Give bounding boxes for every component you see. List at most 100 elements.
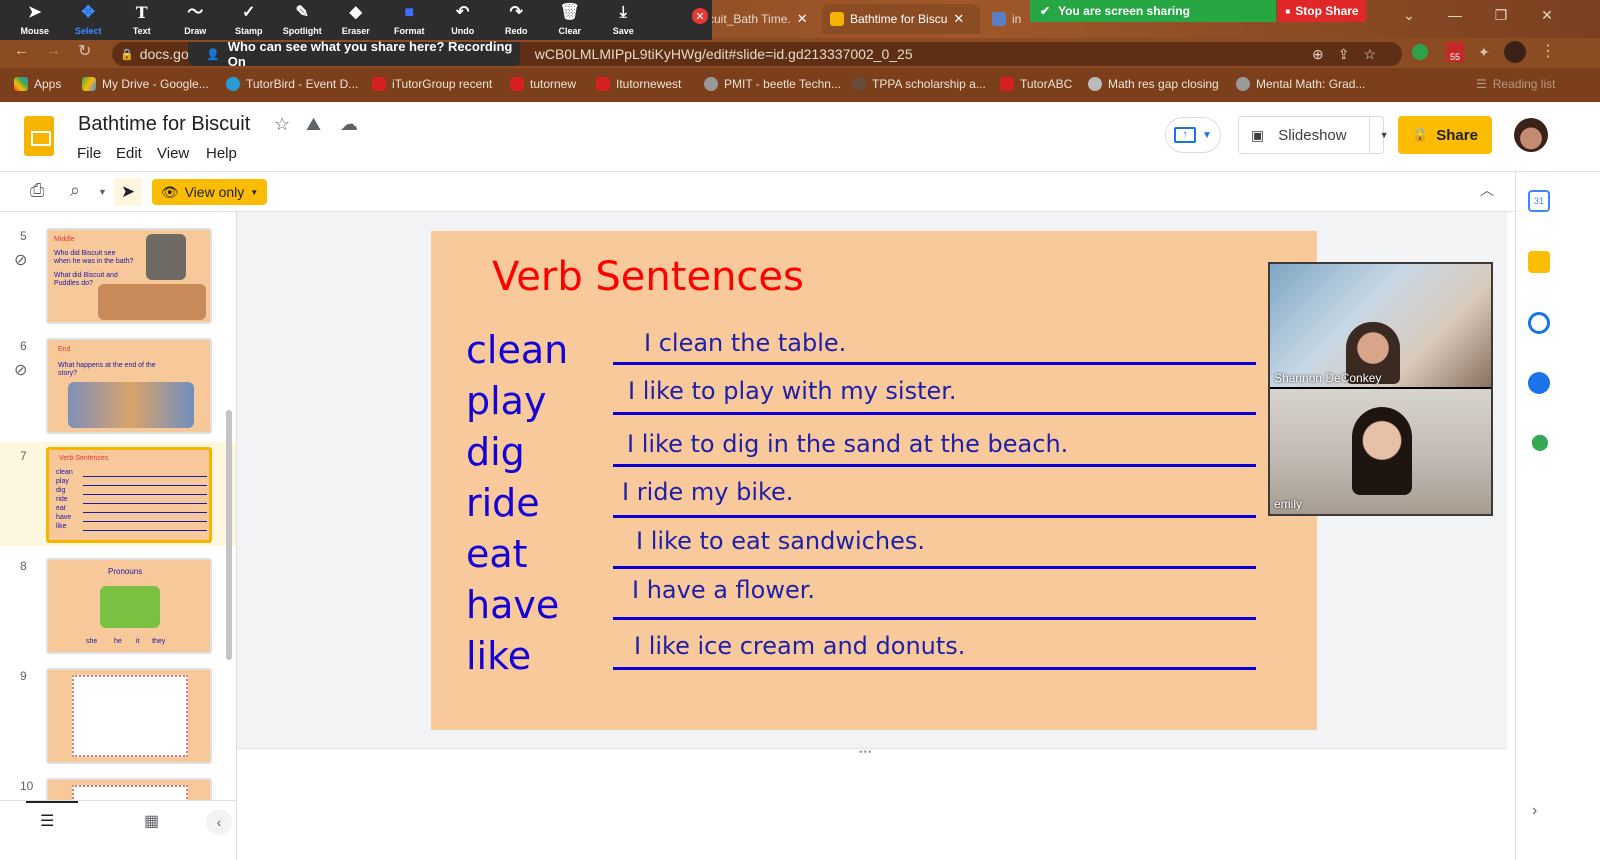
bookmark-itutorgroup[interactable]: iTutorGroup recent — [372, 72, 492, 96]
bookmark-pmit[interactable]: PMIT - beetle Techn... — [704, 72, 841, 96]
undo-tool[interactable]: ↶ Undo — [436, 0, 490, 40]
back-icon[interactable]: ← — [14, 42, 29, 59]
format-tool[interactable]: ■ Format — [383, 0, 437, 40]
keep-icon[interactable] — [1528, 251, 1550, 273]
speaker-notes-area[interactable]: ••• — [237, 747, 1507, 860]
url-actions-icon[interactable]: ⊕⇪☆ — [1312, 46, 1390, 63]
slide-thumbnail-9[interactable] — [46, 668, 212, 764]
menu-help[interactable]: Help — [206, 145, 237, 162]
lock-icon: 🔒 — [120, 48, 134, 61]
account-avatar[interactable] — [1514, 118, 1548, 152]
slide-thumbnail-6[interactable]: End What happens at the end of the story… — [46, 338, 212, 434]
redo-tool[interactable]: ↷ Redo — [490, 0, 544, 40]
calendar-icon[interactable]: 31 — [1528, 190, 1550, 212]
bookmark-tppa[interactable]: TPPA scholarship a... — [852, 72, 986, 96]
view-only-dropdown[interactable]: 👁 View only ▼ — [152, 179, 267, 205]
extension-icon[interactable] — [1412, 44, 1428, 60]
tab-other[interactable]: in — [984, 4, 1030, 34]
tab-bathtime-for-biscuit[interactable]: Bathtime for Biscu ✕ — [822, 4, 980, 34]
close-annotation-icon[interactable]: ✕ — [692, 8, 708, 24]
star-icon[interactable]: ☆ — [274, 114, 290, 135]
sentence-underline — [613, 464, 1256, 467]
slideshow-button[interactable]: ▣ Slideshow ▼ — [1238, 116, 1389, 154]
maps-icon[interactable]: ⬤ — [1531, 432, 1549, 452]
link-icon: ⊘ — [14, 252, 28, 269]
menu-file[interactable]: File — [77, 145, 101, 162]
zoom-icon[interactable]: ⌕ — [70, 180, 80, 201]
slide-thumbnail-7[interactable]: Verb Sentences clean play dig ride eat h… — [46, 447, 212, 543]
clear-tool[interactable]: 🗑 Clear — [543, 0, 597, 40]
stop-share-button[interactable]: ■ Stop Share — [1278, 0, 1366, 22]
mw-tab-icon — [992, 12, 1006, 26]
recording-notice[interactable]: 👤 Who can see what you share here? Record… — [188, 39, 520, 69]
filmstrip-scrollbar[interactable] — [226, 410, 232, 660]
bookmark-tutorbird[interactable]: TutorBird - Event D... — [226, 72, 358, 96]
slide-thumbnail-5[interactable]: Middle Who did Biscuit see when he was i… — [46, 228, 212, 324]
globe-icon — [1088, 77, 1102, 91]
minimize-icon[interactable]: — — [1432, 0, 1478, 30]
mouse-tool[interactable]: ➤ Mouse — [8, 0, 62, 40]
bookmark-tutornew[interactable]: tutornew — [510, 72, 576, 96]
bookmark-math-res[interactable]: Math res gap closing — [1088, 72, 1219, 96]
bookmark-apps[interactable]: Apps — [14, 72, 61, 96]
close-icon[interactable]: ✕ — [953, 11, 964, 27]
stamp-tool[interactable]: ✓ Stamp — [222, 0, 276, 40]
chevron-down-icon[interactable]: ▼ — [1368, 116, 1389, 154]
trash-icon: 🗑 — [559, 3, 580, 21]
list-view-icon[interactable]: ☰ — [40, 811, 54, 831]
tool-label: Format — [393, 25, 425, 36]
share-button[interactable]: 🔒 Share — [1398, 116, 1492, 154]
forward-icon[interactable]: → — [46, 42, 61, 59]
bookmark-reading-list[interactable]: ☰ Reading list — [1476, 72, 1555, 96]
print-icon[interactable]: ⎙ — [30, 180, 44, 201]
chevron-right-icon[interactable]: › — [1532, 802, 1537, 820]
bookmark-my-drive[interactable]: My Drive - Google... — [82, 72, 209, 96]
spotlight-tool[interactable]: ✎ Spotlight — [276, 0, 330, 40]
resize-handle-icon[interactable]: ••• — [859, 747, 873, 758]
document-title[interactable]: Bathtime for Biscuit — [78, 113, 250, 136]
extension-badge-icon[interactable]: 55 — [1446, 42, 1464, 62]
participant-video-2[interactable]: emily — [1270, 389, 1491, 514]
cloud-status-icon[interactable]: ☁ — [340, 114, 358, 135]
participant-video-1[interactable]: Shannon DeConkey — [1270, 264, 1491, 387]
bookmark-mental-math[interactable]: Mental Math: Grad... — [1236, 72, 1365, 96]
menu-view[interactable]: View — [157, 145, 189, 162]
thumb-line: eat — [56, 505, 66, 512]
save-tool[interactable]: ⤓ Save — [597, 0, 651, 40]
tab-bath-time[interactable]: cuit_Bath Time. ✕ — [700, 4, 818, 34]
select-tool[interactable]: ✥ Select — [62, 0, 116, 40]
move-to-drive-icon[interactable]: ⛰ — [306, 114, 321, 135]
select-tool-icon[interactable]: ➤ — [114, 178, 142, 206]
thumb-line: have — [56, 514, 72, 521]
draw-tool[interactable]: 〜 Draw — [169, 0, 223, 40]
eraser-tool[interactable]: ◆ Eraser — [329, 0, 383, 40]
side-panel — [1515, 172, 1600, 860]
contacts-icon[interactable] — [1528, 372, 1550, 394]
chevron-down-icon[interactable]: ▼ — [98, 187, 107, 197]
slides-logo-icon[interactable] — [24, 116, 54, 156]
grid-view-icon[interactable]: ▦ — [144, 811, 159, 831]
slide-thumbnail-8[interactable]: Pronouns she he it they — [46, 558, 212, 654]
collapse-icon[interactable]: ︿ — [1480, 180, 1494, 200]
close-icon[interactable]: ✕ — [797, 11, 808, 27]
window-close-icon[interactable]: ✕ — [1524, 0, 1570, 30]
tool-label: Spotlight — [282, 25, 322, 36]
profile-avatar[interactable] — [1504, 41, 1526, 63]
collapse-filmstrip-icon[interactable]: ‹ — [206, 809, 232, 835]
slideshow-icon: ▣ — [1251, 126, 1265, 143]
tab-search-icon[interactable]: ⌄ — [1386, 0, 1432, 30]
browser-menu-icon[interactable]: ⋮ — [1540, 41, 1556, 61]
bookmark-tutorabc[interactable]: TutorABC — [1000, 72, 1072, 96]
menu-edit[interactable]: Edit — [116, 145, 142, 162]
restore-icon[interactable]: ❐ — [1478, 0, 1524, 30]
puzzle-icon[interactable]: ✦ — [1478, 44, 1490, 61]
text-tool[interactable]: T Text — [115, 0, 169, 40]
text-icon: T — [135, 2, 148, 22]
tasks-icon[interactable] — [1528, 312, 1550, 334]
reload-icon[interactable]: ↻ — [78, 41, 91, 61]
annotation-tools: ➤ Mouse ✥ Select T Text 〜 Draw ✓ Stamp ✎ Spotl… — [8, 0, 650, 40]
globe-icon — [704, 77, 718, 91]
verb-word: dig — [466, 430, 525, 474]
present-options-button[interactable]: ↑ ▼ — [1165, 117, 1221, 153]
bookmark-itutornewest[interactable]: Itutornewest — [596, 72, 681, 96]
